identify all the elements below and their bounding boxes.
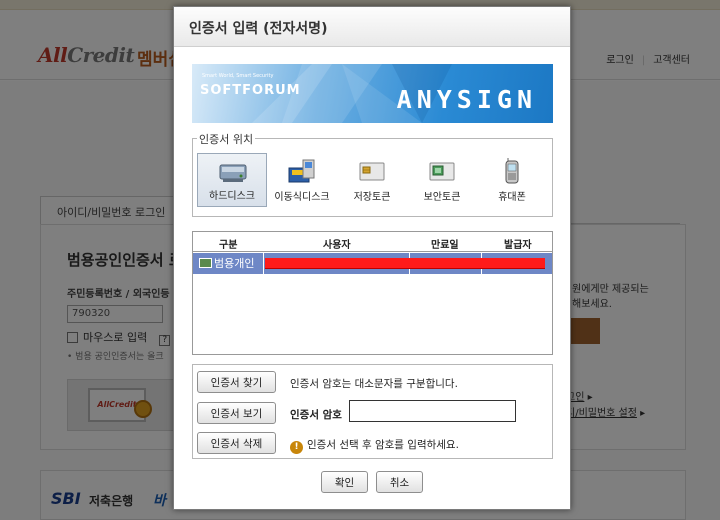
- brand-tagline: Smart World, Smart Security: [202, 73, 274, 79]
- column-user[interactable]: 사용자: [323, 236, 351, 251]
- location-hard-disk[interactable]: 하드디스크: [197, 153, 267, 207]
- certificate-icon: [199, 258, 212, 268]
- cert-location-options: 하드디스크 이동식디스크 저장토큰 보안토큰 휴대폰: [197, 153, 549, 207]
- certificate-dialog: 인증서 입력 (전자서명) Smart World, Smart Securit…: [173, 6, 571, 510]
- column-issuer[interactable]: 발급자: [504, 236, 532, 251]
- certificate-list[interactable]: 구분 사용자 만료일 발급자 범용개인: [192, 231, 553, 355]
- cert-password-input[interactable]: [349, 400, 516, 422]
- confirm-button[interactable]: 확인: [321, 471, 368, 493]
- cert-type-cell: 범용개인: [199, 255, 254, 272]
- cert-location-label: 인증서 위치: [197, 131, 256, 147]
- location-label: 하드디스크: [209, 191, 255, 202]
- storage-token-icon: [359, 162, 385, 181]
- view-cert-button[interactable]: 인증서 보기: [197, 402, 276, 424]
- cancel-button[interactable]: 취소: [376, 471, 423, 493]
- location-storage-token[interactable]: 저장토큰: [337, 153, 407, 207]
- warning-text: 인증서 선택 후 암호를 입력하세요.: [307, 439, 459, 451]
- anysign-banner: Smart World, Smart Security SOFTFORUM AN…: [192, 64, 553, 123]
- softforum-logo: SOFTFORUM: [200, 83, 301, 98]
- anysign-logo: ANYSIGN: [396, 85, 537, 114]
- column-type[interactable]: 구분: [219, 236, 237, 251]
- location-removable-disk[interactable]: 이동식디스크: [267, 153, 337, 207]
- cert-operations: 인증서 찾기 인증서 암호는 대소문자를 구분합니다. 인증서 보기 인증서 암…: [192, 364, 553, 459]
- redaction-bar: [265, 258, 545, 269]
- dialog-titlebar[interactable]: 인증서 입력 (전자서명): [174, 7, 570, 47]
- location-security-token[interactable]: 보안토큰: [407, 153, 477, 207]
- find-cert-button[interactable]: 인증서 찾기: [197, 371, 276, 393]
- warning-icon: !: [290, 441, 303, 454]
- location-mobile-phone[interactable]: 휴대폰: [477, 153, 547, 207]
- location-label: 보안토큰: [423, 192, 461, 203]
- case-notice: 인증서 암호는 대소문자를 구분합니다.: [290, 378, 458, 390]
- location-label: 저장토큰: [353, 192, 391, 203]
- hard-disk-icon: [219, 164, 247, 182]
- cert-list-header: 구분 사용자 만료일 발급자: [193, 232, 552, 252]
- security-token-icon: [429, 162, 455, 181]
- dialog-title: 인증서 입력 (전자서명): [189, 21, 328, 37]
- mobile-phone-icon: [505, 158, 519, 184]
- removable-disk-icon: [288, 159, 315, 183]
- cert-location-group: 인증서 위치 하드디스크 이동식디스크 저장토큰 보안토큰 휴대폰: [192, 131, 553, 217]
- warning-message: ! 인증서 선택 후 암호를 입력하세요.: [290, 437, 459, 454]
- location-label: 이동식디스크: [274, 192, 330, 203]
- column-expiry[interactable]: 만료일: [431, 236, 459, 251]
- delete-cert-button[interactable]: 인증서 삭제: [197, 432, 276, 454]
- location-label: 휴대폰: [498, 192, 526, 203]
- cert-type-label: 범용개인: [214, 257, 255, 270]
- cert-row[interactable]: 범용개인: [193, 253, 552, 274]
- column-divider: [263, 253, 264, 274]
- password-label: 인증서 암호: [290, 409, 342, 421]
